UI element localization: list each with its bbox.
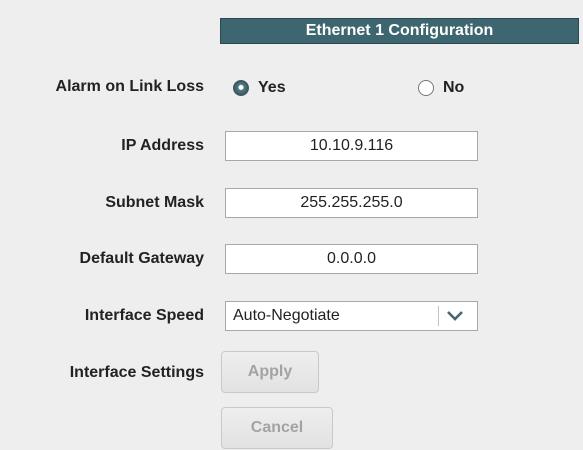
chevron-down-icon[interactable] — [446, 308, 464, 324]
interface-speed-label: Interface Speed — [84, 307, 204, 324]
alarm-yes-radio[interactable]: Yes — [233, 77, 286, 99]
section-header: Ethernet 1 Configuration — [220, 18, 579, 44]
interface-speed-select[interactable]: Auto-Negotiate — [225, 301, 478, 331]
ip-address-field[interactable] — [225, 131, 478, 161]
ip-address-label: IP Address — [121, 137, 204, 154]
default-gateway-field[interactable] — [225, 244, 478, 274]
alarm-on-link-loss-label: Alarm on Link Loss — [55, 78, 204, 95]
apply-button[interactable]: Apply — [221, 351, 319, 393]
default-gateway-label: Default Gateway — [79, 250, 204, 267]
interface-speed-value: Auto-Negotiate — [233, 307, 340, 324]
subnet-mask-label: Subnet Mask — [105, 194, 204, 211]
interface-settings-label: Interface Settings — [69, 364, 204, 381]
cancel-button[interactable]: Cancel — [221, 407, 333, 449]
radio-unselected-icon — [418, 80, 434, 96]
radio-selected-icon — [233, 80, 249, 96]
alarm-no-radio[interactable]: No — [418, 77, 464, 99]
select-divider — [438, 306, 439, 326]
alarm-yes-label: Yes — [258, 79, 286, 96]
alarm-no-label: No — [443, 79, 465, 96]
subnet-mask-field[interactable] — [225, 188, 478, 218]
section-title: Ethernet 1 Configuration — [305, 22, 494, 39]
